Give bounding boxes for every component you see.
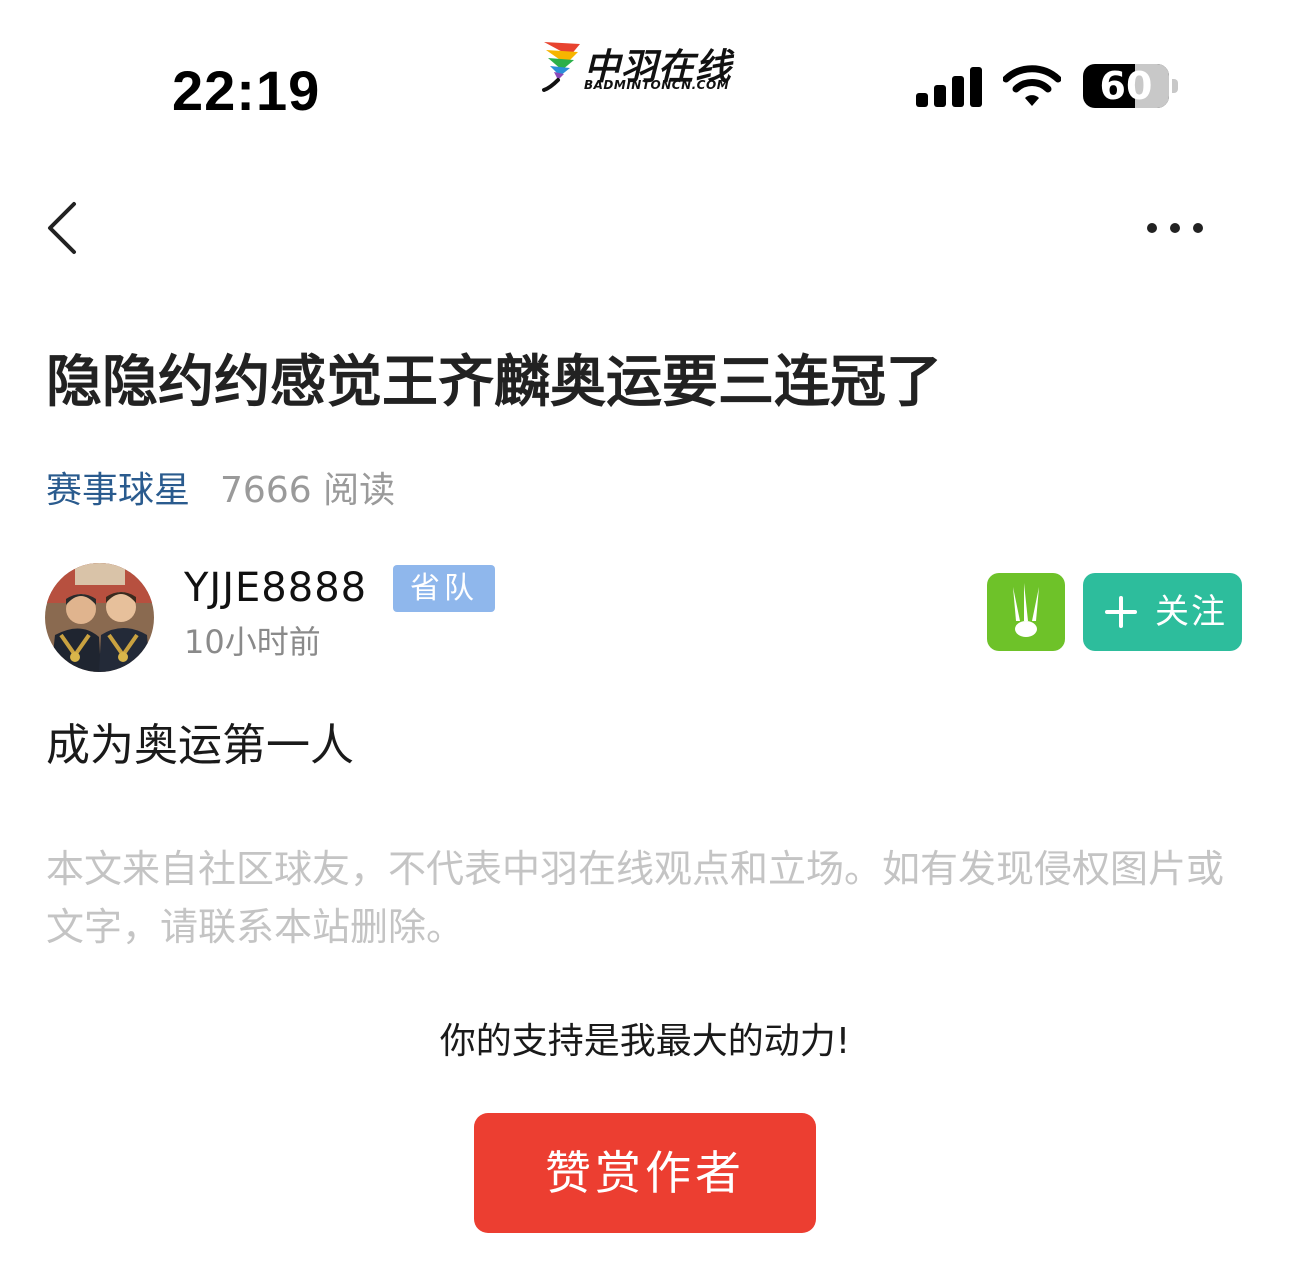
post-time: 10小时前 — [184, 623, 321, 661]
brand-logo: 中羽在线 BADMINTONCN.COM — [540, 38, 755, 100]
reward-author-button[interactable]: 赞赏作者 — [474, 1113, 816, 1233]
shuttlecock-icon — [1013, 583, 1039, 637]
battery-icon: 60 — [1083, 64, 1169, 108]
disclaimer: 本文来自社区球友，不代表中羽在线观点和立场。如有发现侵权图片或文字，请联系本站删… — [46, 847, 1225, 949]
post-body: 成为奥运第一人 — [46, 720, 354, 771]
app-icon-button[interactable] — [987, 573, 1065, 651]
rank-badge: 省队 — [393, 565, 495, 612]
more-horizontal-icon — [1147, 223, 1203, 233]
post-page: 22:19 中羽在线 BADMINTONCN.COM 60 隐隐约约感觉王齐麟奥… — [0, 0, 1290, 1273]
battery-level: 60 — [1099, 64, 1153, 108]
author-name[interactable]: YJJE8888 — [184, 564, 367, 612]
support-text: 你的支持是我最大的动力! — [439, 1021, 851, 1062]
signal-icon — [916, 67, 982, 107]
read-count: 7666 阅读 — [220, 470, 396, 511]
shuttlecock-logo-icon — [542, 42, 580, 92]
back-button[interactable] — [40, 198, 90, 258]
category-link[interactable]: 赛事球星 — [46, 470, 190, 511]
plus-icon — [1103, 586, 1139, 638]
avatar[interactable] — [45, 563, 154, 672]
post-title: 隐隐约约感觉王齐麟奥运要三连冠了 — [46, 350, 942, 415]
post-meta: 赛事球星 7666 阅读 — [46, 466, 395, 516]
chevron-left-icon — [48, 202, 76, 254]
follow-label: 关注 — [1155, 592, 1227, 632]
wifi-icon — [1003, 65, 1061, 106]
avatar-image — [45, 563, 154, 672]
battery-nub — [1172, 79, 1178, 93]
brand-name-en: BADMINTONCN.COM — [584, 78, 730, 92]
follow-button[interactable]: 关注 — [1083, 573, 1242, 651]
status-time: 22:19 — [172, 59, 321, 122]
more-button[interactable] — [1138, 210, 1208, 246]
